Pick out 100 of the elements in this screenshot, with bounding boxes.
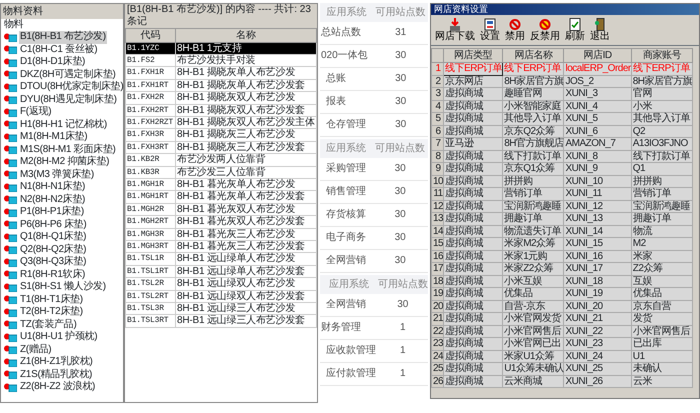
tree-item[interactable]: DTOU(8H优家定制床垫) xyxy=(19,81,124,94)
tree-item[interactable]: Q1(8H-Q1床垫) xyxy=(19,231,88,244)
table-cell: XUNI_25 xyxy=(564,362,632,375)
table-cell: 物流遗失订单 xyxy=(502,225,564,238)
tree-item[interactable]: Q3(8H-Q3床垫) xyxy=(19,256,88,268)
row-number: 1 xyxy=(432,62,444,75)
tree-item[interactable]: T1(8H-T1床垫) xyxy=(19,294,84,306)
table-cell: 虚拟商城 xyxy=(444,150,503,162)
tree-node-icon xyxy=(4,95,17,104)
toolbar-button[interactable]: 退出 xyxy=(588,18,612,42)
table-cell: 趣睡官网 xyxy=(502,88,564,100)
tree-item[interactable]: Z1S(精品乳胶枕) xyxy=(19,368,94,381)
tree-item[interactable]: N1(8H-N1床垫) xyxy=(19,181,86,194)
table-cell: XUNI_6 xyxy=(564,125,632,138)
tree-item[interactable]: S1(8H-S1 懒人沙发) xyxy=(19,281,107,294)
table-cell: localERP_Order xyxy=(564,62,632,75)
tree-item[interactable]: DYU(8H遇见定制床垫) xyxy=(19,94,118,106)
column-header[interactable]: 网店ID xyxy=(564,48,632,62)
table-cell: 8H-B1 揭晓灰双人布艺沙发主体 xyxy=(176,116,316,129)
column-header: 应用系统 xyxy=(320,2,374,22)
table-cell: 虚拟商城 xyxy=(444,288,503,300)
tree-item[interactable]: P6(8H-P6 床垫) xyxy=(19,218,88,231)
table-cell: 线下打款订单 xyxy=(502,150,564,162)
tree-item[interactable]: D1(8H-D1床垫) xyxy=(19,56,86,68)
toolbar-button[interactable]: 刷新 xyxy=(563,18,587,42)
tree-item[interactable]: H1(8H-H1 记忆棉枕) xyxy=(19,118,108,131)
table-cell: 虚拟商城 xyxy=(444,225,503,238)
table-cell: 30 xyxy=(373,90,428,113)
toolbar-button[interactable]: 禁用 xyxy=(503,18,527,42)
table-cell: 8H-B1 远山绿单人布艺沙发套 xyxy=(176,265,316,278)
download-icon xyxy=(449,18,461,30)
tree-item[interactable]: Z(赠品) xyxy=(19,344,52,356)
toolbar-button[interactable]: 网店下载 xyxy=(433,18,477,42)
tree-node-icon xyxy=(4,332,17,342)
table-cell: 优集品 xyxy=(631,288,693,300)
table-cell: XUNI_5 xyxy=(564,112,632,125)
tree-item[interactable]: M2(8H-M2 抑菌床垫) xyxy=(19,156,110,168)
tree-item[interactable]: M1(8H-M1床垫) xyxy=(19,131,88,144)
table-cell: 020一体包 xyxy=(320,44,374,67)
table-cell: 8H-B1 1元支持 xyxy=(176,42,316,54)
table-cell: 虚拟商城 xyxy=(444,362,503,375)
table-cell: 8H-B1 揭晓灰双人布艺沙发 xyxy=(176,92,316,104)
tree-item[interactable]: Q2(8H-Q2床垫) xyxy=(19,244,88,256)
table-cell: 1 xyxy=(378,362,428,385)
table-cell: Q1 xyxy=(631,162,693,175)
tree-item[interactable]: C1(8H-C1 蚕丝被) xyxy=(19,44,98,56)
tree-item[interactable]: B1(8H-B1 布艺沙发) xyxy=(19,31,107,44)
table-cell: B1.TSL1RT xyxy=(126,265,176,278)
row-number: 8 xyxy=(432,150,444,162)
tree-item[interactable]: U1(8H-U1 护颈枕) xyxy=(19,331,98,344)
column-header[interactable]: 网店名称 xyxy=(502,48,564,62)
tree-item[interactable]: DKZ(8H可遇定制床垫) xyxy=(19,68,117,81)
tree-item[interactable]: M1S(8H-M1 彩面床垫) xyxy=(19,144,117,156)
table-cell: 京东Q2众筹 xyxy=(502,125,564,138)
table-cell: 8H-B1 暮光灰单人布艺沙发套 xyxy=(176,190,316,204)
tree-item[interactable]: Z1(8H-Z1乳胶枕) xyxy=(19,356,94,368)
table-cell: B1.FXH1R xyxy=(126,66,176,80)
tree-item[interactable]: T2(8H-T2床垫) xyxy=(19,306,84,318)
column-header[interactable]: 代码 xyxy=(126,28,176,42)
table-cell: 虚拟商城 xyxy=(444,325,503,338)
table-cell: 互娱 xyxy=(631,275,693,288)
tree-node-icon xyxy=(4,232,17,242)
tree-item[interactable]: P1(8H-P1床垫) xyxy=(19,206,85,218)
table-cell: 小米官网已出 xyxy=(502,338,564,350)
tree-item[interactable]: M3(M3 弹簧床垫) xyxy=(19,168,95,181)
table-cell: 拼拼购 xyxy=(631,175,693,188)
table-cell: 虚拟商城 xyxy=(444,88,503,100)
row-number: 26 xyxy=(432,375,444,388)
row-number: 12 xyxy=(432,200,444,212)
column-header[interactable]: 商家账号 xyxy=(631,48,693,62)
tree-item[interactable]: N2(8H-N2床垫) xyxy=(19,194,86,206)
row-number: 24 xyxy=(432,350,444,362)
tree-item[interactable]: 物料 xyxy=(3,18,24,30)
row-number: 3 xyxy=(432,88,444,100)
table-cell: 8H-B1 揭晓灰单人布艺沙发套 xyxy=(176,79,316,92)
row-number: 23 xyxy=(432,338,444,350)
table-cell: 虚拟商城 xyxy=(444,162,503,175)
table-cell: 8H官方旗舰店 xyxy=(502,138,564,150)
row-number: 13 xyxy=(432,212,444,225)
column-header[interactable]: 网店类型 xyxy=(444,48,503,62)
tree-node-icon xyxy=(4,370,17,380)
table-cell: XUNI_20 xyxy=(564,300,632,312)
tree-item[interactable]: Z2(8H-Z2 波浪枕) xyxy=(19,381,96,394)
table-cell: B1.MGH2RT xyxy=(126,216,176,228)
table-cell: B1.MGH1R xyxy=(126,178,176,191)
table-cell: 虚拟商城 xyxy=(444,188,503,200)
table-cell: U1众筹未确认 xyxy=(502,362,564,375)
tree-item[interactable]: F(返现) xyxy=(19,106,52,118)
tree-item[interactable]: R1(8H-R1软床) xyxy=(19,268,86,281)
table-cell: 京东Q1众筹 xyxy=(502,162,564,175)
tree-node-icon xyxy=(4,358,17,367)
tree-node-icon xyxy=(4,82,17,92)
toolbar-button[interactable]: 设置 xyxy=(478,18,502,42)
column-header[interactable]: 名称 xyxy=(176,28,316,42)
table-cell: 8H-B1 揭晓灰单人布艺沙发 xyxy=(176,66,316,80)
table-cell: 布艺沙发扶手对装 xyxy=(176,54,316,67)
table-cell: 仓存管理 xyxy=(320,113,374,136)
toolbar-button[interactable]: 反禁用 xyxy=(528,18,562,42)
tree-item[interactable]: TZ(套装产品) xyxy=(19,318,78,331)
tree-node-icon xyxy=(4,382,17,392)
